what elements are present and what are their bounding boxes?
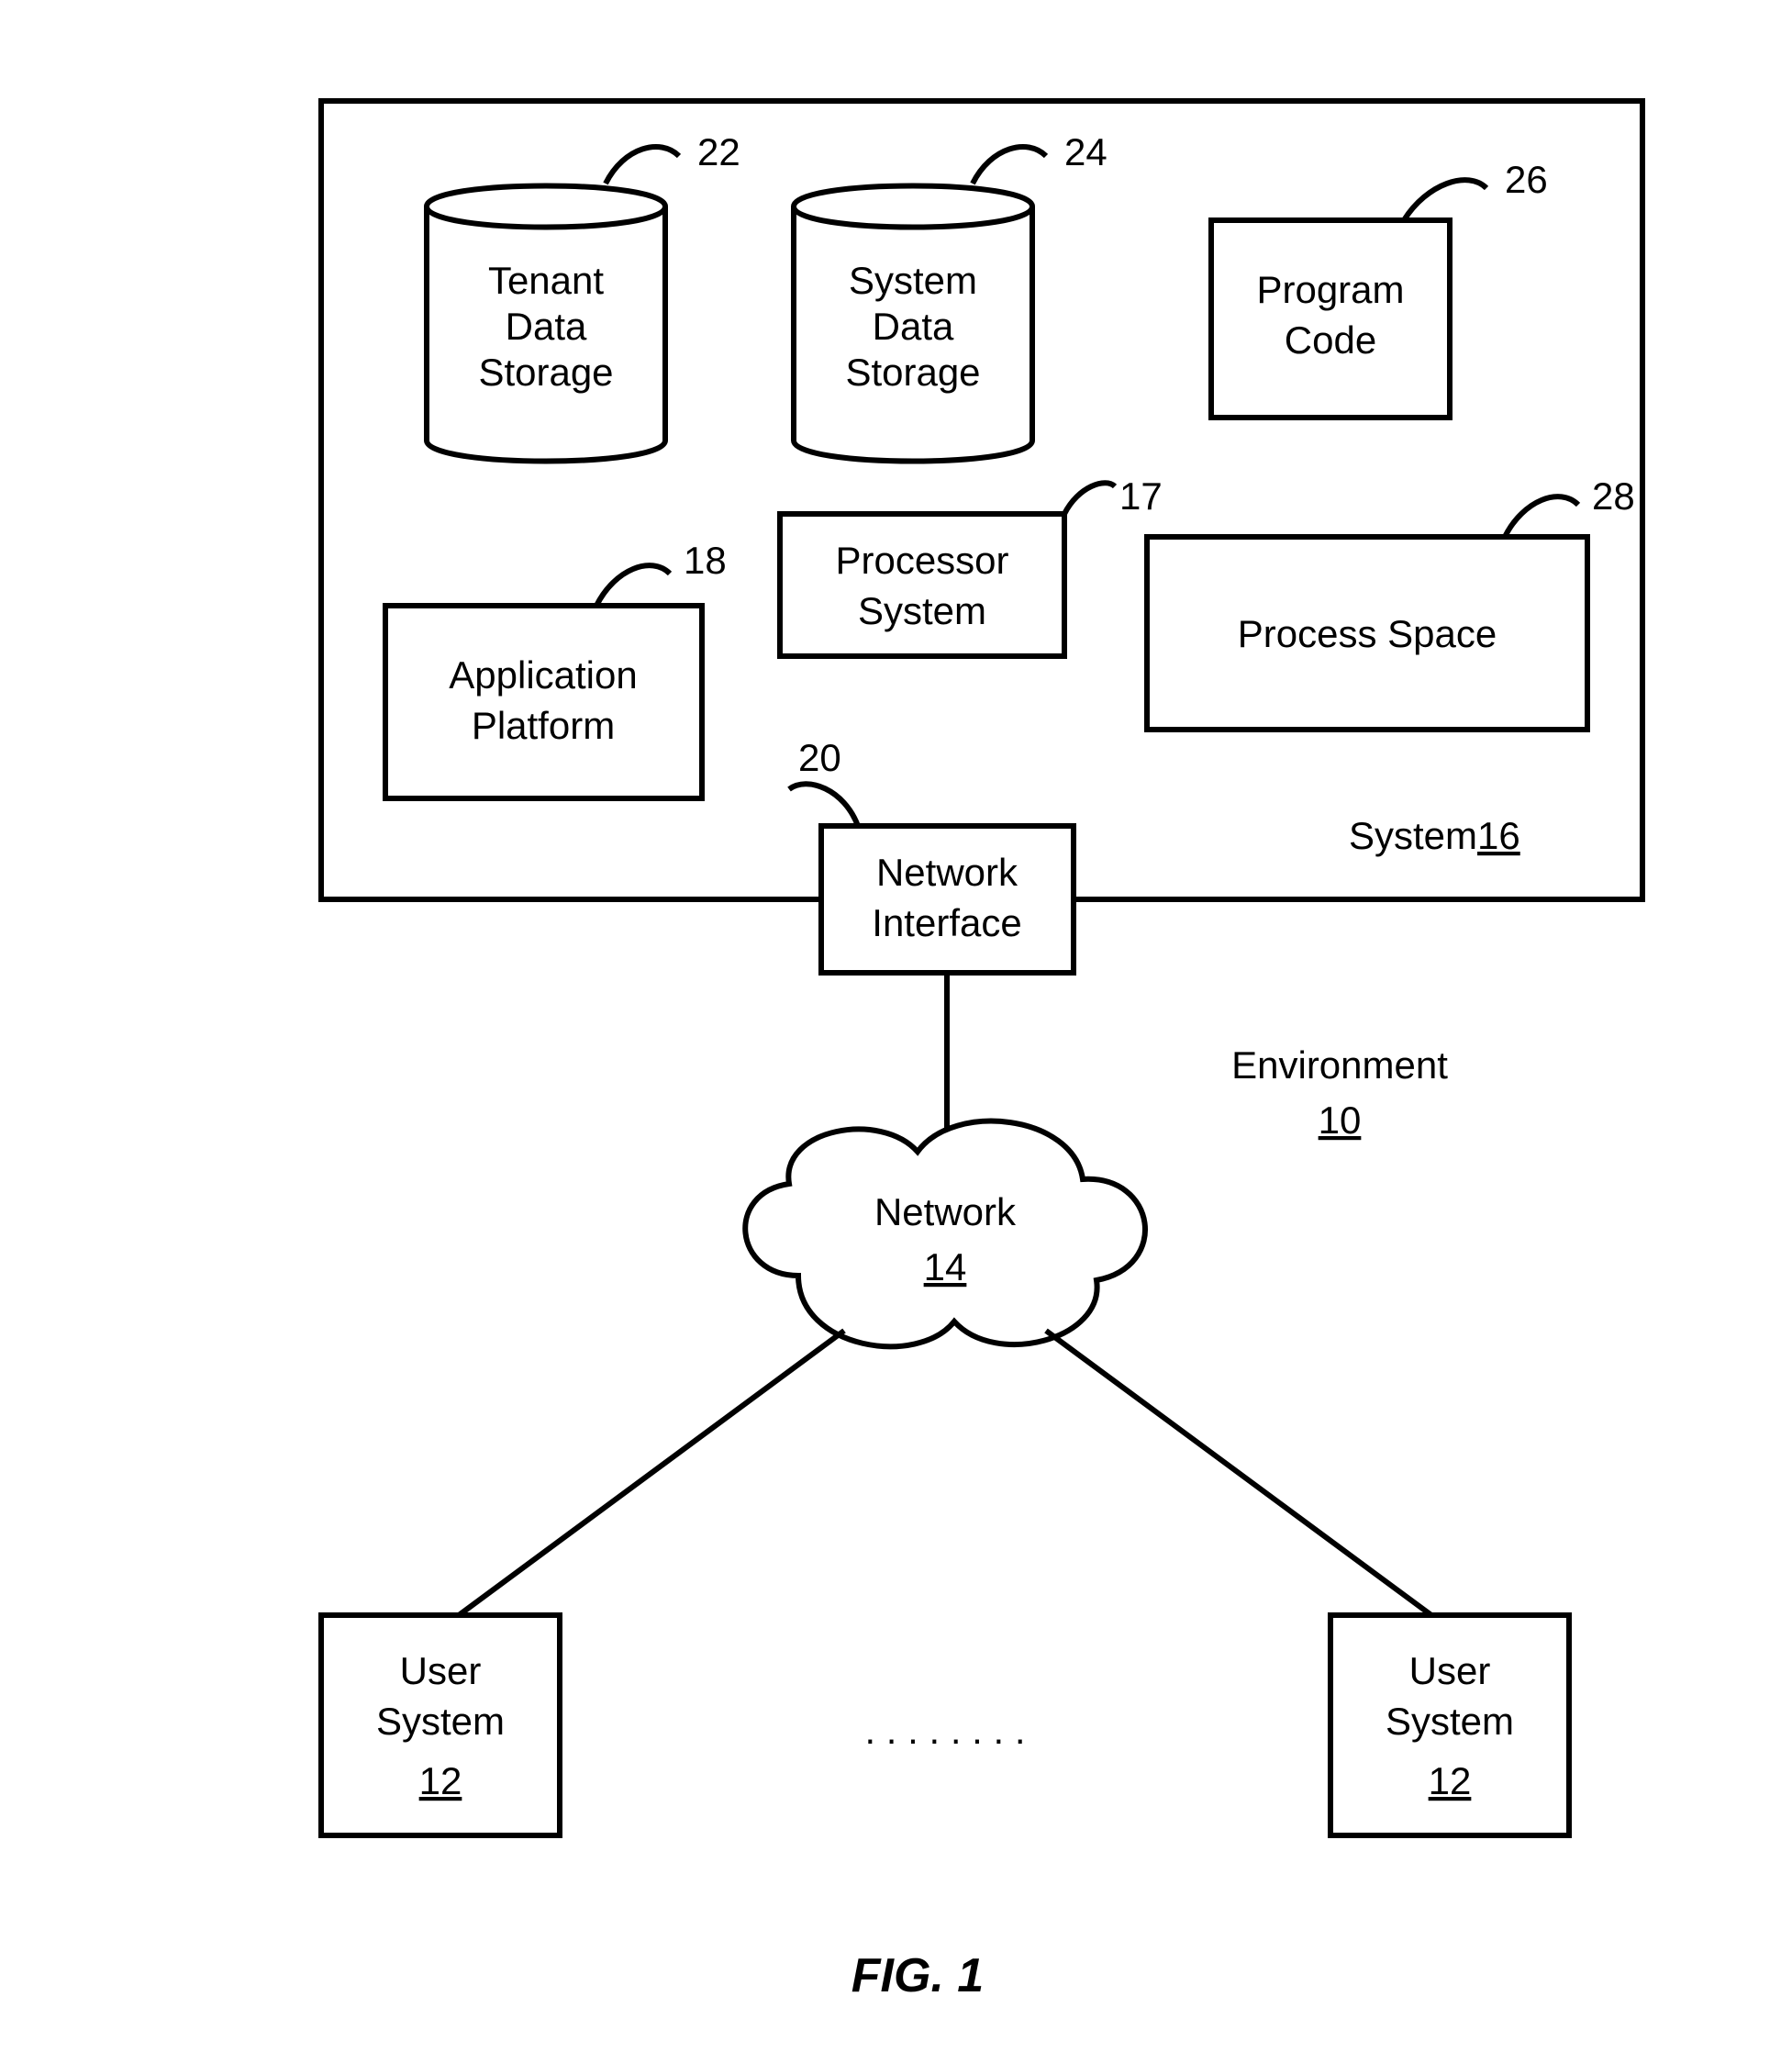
svg-text:Application: Application <box>449 653 637 697</box>
svg-text:17: 17 <box>1119 474 1163 518</box>
svg-text:Program: Program <box>1256 268 1404 311</box>
svg-text:User: User <box>1409 1649 1491 1692</box>
svg-text:System: System <box>858 589 986 632</box>
svg-text:Data: Data <box>873 305 954 348</box>
svg-text:18: 18 <box>684 539 727 582</box>
svg-text:Processor: Processor <box>835 539 1008 582</box>
svg-text:Network: Network <box>874 1190 1017 1233</box>
network-cloud: Network 14 <box>745 1121 1145 1347</box>
svg-text:Storage: Storage <box>845 351 980 394</box>
svg-text:System: System <box>376 1700 505 1743</box>
link-network-to-user-left <box>459 1331 844 1615</box>
svg-text:12: 12 <box>419 1759 462 1802</box>
svg-text:20: 20 <box>798 736 841 779</box>
svg-text:Data: Data <box>506 305 587 348</box>
svg-text:Environment: Environment <box>1231 1043 1448 1087</box>
svg-text:User: User <box>400 1649 482 1692</box>
system-label: System16 <box>1349 814 1520 857</box>
svg-text:Process Space: Process Space <box>1238 612 1497 655</box>
svg-text:Network: Network <box>876 851 1018 894</box>
svg-text:28: 28 <box>1592 474 1635 518</box>
svg-text:Storage: Storage <box>478 351 613 394</box>
svg-text:14: 14 <box>924 1245 967 1288</box>
svg-text:Code: Code <box>1285 318 1376 362</box>
svg-text:10: 10 <box>1319 1098 1362 1142</box>
user-system-right: User System 12 <box>1330 1615 1569 1835</box>
svg-text:24: 24 <box>1064 130 1107 173</box>
ellipsis-dots: . . . . . . . . <box>864 1709 1025 1752</box>
svg-text:Interface: Interface <box>872 901 1021 944</box>
svg-text:Tenant: Tenant <box>488 259 604 302</box>
svg-text:System: System <box>1386 1700 1514 1743</box>
figure-caption: FIG. 1 <box>851 1949 984 2002</box>
link-network-to-user-right <box>1046 1331 1431 1615</box>
figure-1-svg: Tenant Data Storage 22 System Data Stora… <box>0 0 1792 2063</box>
svg-text:22: 22 <box>697 130 740 173</box>
svg-text:12: 12 <box>1429 1759 1472 1802</box>
svg-text:26: 26 <box>1505 158 1548 201</box>
user-system-left: User System 12 <box>321 1615 560 1835</box>
svg-text:System16: System16 <box>1349 814 1520 857</box>
environment-label: Environment 10 <box>1231 1043 1448 1142</box>
svg-text:System: System <box>849 259 977 302</box>
svg-text:Platform: Platform <box>472 704 615 747</box>
